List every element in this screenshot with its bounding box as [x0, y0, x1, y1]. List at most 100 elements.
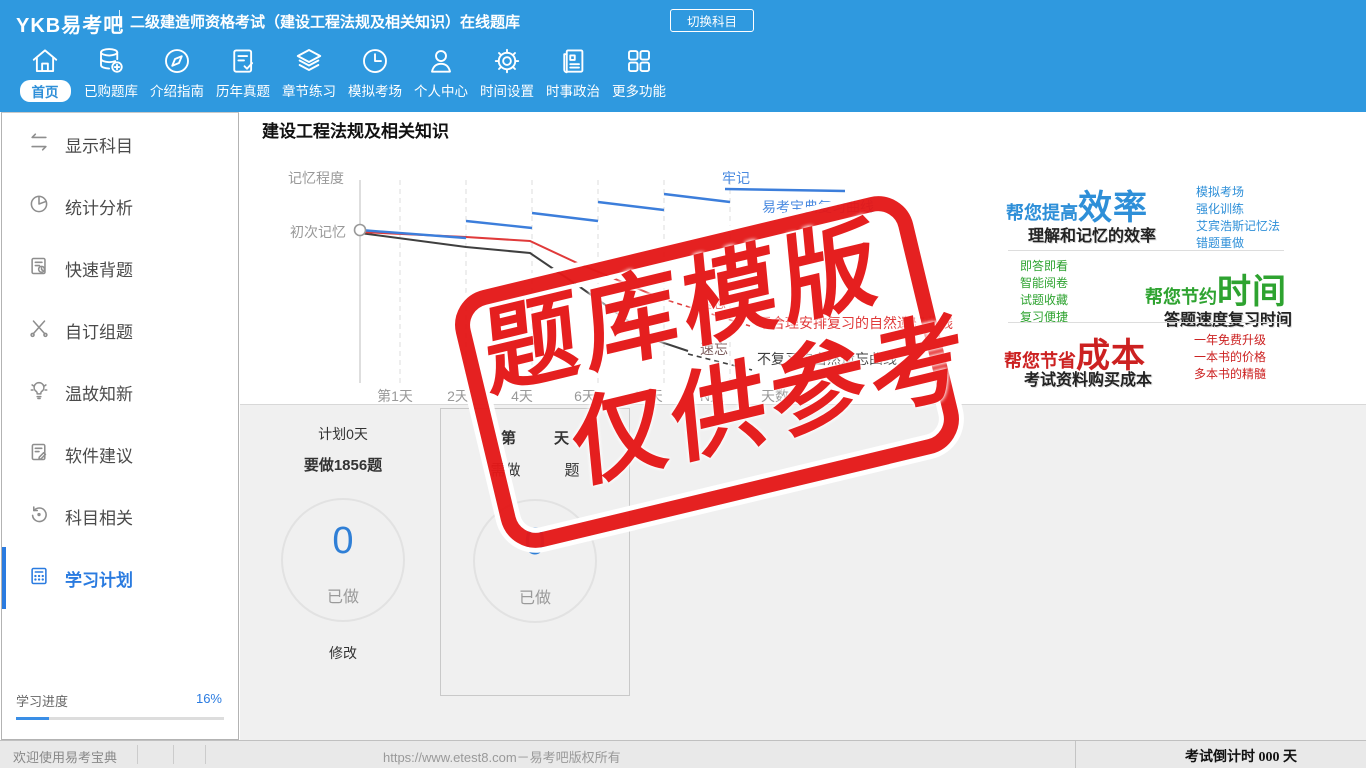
plan-days-text: 计划0天: [273, 424, 413, 444]
toolbar-item-time-settings[interactable]: 时间设置: [479, 46, 535, 100]
promo-time-list: 即答即看 智能阅卷 试题收藏 复习便捷: [1020, 258, 1068, 326]
status-divider: [1075, 741, 1076, 768]
promo-efficiency-subline: 理解和记忆的效率: [1028, 222, 1156, 246]
sidebar-item-quick-memorize[interactable]: 快速背题: [2, 237, 238, 299]
status-copyright-text: https://www.etest8.com－易考吧版权所有: [383, 747, 621, 766]
toolbar-item-mock-exam[interactable]: 模拟考场: [347, 46, 403, 100]
toolbar-label: 介绍指南: [150, 80, 204, 100]
promo-cost-list: 一年免费升级 一本书的价格 多本书的精髓: [1194, 332, 1266, 383]
status-divider: [173, 745, 174, 764]
plan-todo-text: 要做1856题: [273, 454, 413, 475]
sidebar-item-study-plan[interactable]: 学习计划: [2, 547, 238, 609]
sidebar-item-label: 学习计划: [65, 566, 133, 591]
sidebar: 显示科目 统计分析 快速背题 自订组题 温故知新 软件建议 科目相关 学习计划: [1, 112, 239, 740]
plan-done-label: 已做: [281, 583, 405, 607]
x-tick: 第1天: [377, 386, 413, 406]
toolbar-item-chapter-practice[interactable]: 章节练习: [281, 46, 337, 100]
promo-time-subline: 答题速度复习时间: [1164, 306, 1292, 330]
flashcard-icon: [28, 255, 65, 282]
clock-icon: [360, 46, 390, 76]
news-icon: [558, 46, 588, 76]
tools-icon: [28, 317, 65, 344]
sidebar-item-label: 温故知新: [65, 380, 133, 405]
study-progress-label: 学习进度: [16, 691, 68, 710]
promo-panel: 帮您提高效率 理解和记忆的效率 模拟考场 强化训练 艾宾浩斯记忆法 错题重做 即…: [1000, 170, 1292, 385]
x-tick: 2天: [447, 386, 469, 406]
sidebar-item-subject-related[interactable]: 科目相关: [2, 485, 238, 547]
promo-headline-small: 帮您节约: [1145, 287, 1217, 307]
sidebar-item-label: 显示科目: [65, 132, 133, 157]
header-bar: YKB易考吧 二级建造师资格考试（建设工程法规及相关知识）在线题库 切换科目: [0, 0, 1366, 40]
grid-icon: [624, 46, 654, 76]
toolbar-item-home[interactable]: 首页: [17, 46, 73, 102]
y-axis-label: 记忆程度: [288, 168, 344, 188]
toolbar-item-past-papers[interactable]: 历年真题: [215, 46, 271, 100]
exam-countdown-text: 考试倒计时 000 天: [1185, 746, 1297, 766]
lightbulb-icon: [28, 379, 65, 406]
plan-today-done-label: 已做: [473, 584, 597, 608]
initial-memory-label: 初次记忆: [290, 222, 346, 242]
remember-label: 牢记: [722, 168, 750, 188]
home-icon: [30, 46, 60, 76]
promo-list-item: 即答即看: [1020, 258, 1068, 275]
layers-icon: [294, 46, 324, 76]
plan-edit-link[interactable]: 修改: [273, 643, 413, 663]
sidebar-item-show-subjects[interactable]: 显示科目: [2, 113, 238, 175]
sidebar-item-software-feedback[interactable]: 软件建议: [2, 423, 238, 485]
toolbar-label: 更多功能: [612, 80, 666, 100]
toolbar-label: 模拟考场: [348, 80, 402, 100]
toolbar-item-current-affairs[interactable]: 时事政治: [545, 46, 601, 100]
compass-icon: [162, 46, 192, 76]
logo-divider: [119, 10, 120, 31]
sidebar-item-statistics[interactable]: 统计分析: [2, 175, 238, 237]
toolbar-item-purchased-banks[interactable]: 已购题库: [83, 46, 139, 100]
sidebar-item-label: 软件建议: [65, 442, 133, 467]
sidebar-item-label: 科目相关: [65, 504, 133, 529]
toolbar-item-guide[interactable]: 介绍指南: [149, 46, 205, 100]
sidebar-item-label: 自订组题: [65, 318, 133, 343]
user-icon: [426, 46, 456, 76]
toolbar-label: 个人中心: [414, 80, 468, 100]
promo-divider: [1008, 250, 1284, 251]
toolbar-label: 历年真题: [216, 80, 270, 100]
toolbar-label: 已购题库: [84, 80, 138, 100]
edit-document-icon: [28, 441, 65, 468]
sidebar-item-review-old[interactable]: 温故知新: [2, 361, 238, 423]
app-window: YKB易考吧 二级建造师资格考试（建设工程法规及相关知识）在线题库 切换科目 首…: [0, 0, 1366, 768]
study-progress-value: 16%: [196, 691, 222, 706]
status-divider: [205, 745, 206, 764]
toolbar-label: 时事政治: [546, 80, 600, 100]
study-plan-icon: [28, 565, 65, 592]
app-logo: YKB易考吧: [16, 9, 124, 38]
switch-subject-button[interactable]: 切换科目: [670, 9, 754, 32]
study-progress-bar: [16, 717, 224, 720]
main-toolbar: 首页 已购题库 介绍指南 历年真题 章节练习 模拟考场 个人中心 时间设置: [0, 40, 1366, 112]
toolbar-label: 首页: [20, 80, 71, 102]
database-icon: [96, 46, 126, 76]
promo-list-item: 试题收藏: [1020, 292, 1068, 309]
plan-done-count: 0: [281, 520, 405, 563]
status-welcome-text: 欢迎使用易考宝典: [13, 747, 117, 766]
study-progress-fill: [16, 717, 49, 720]
sidebar-item-custom-quiz[interactable]: 自订组题: [2, 299, 238, 361]
toolbar-item-user-center[interactable]: 个人中心: [413, 46, 469, 100]
sidebar-item-label: 统计分析: [65, 194, 133, 219]
promo-divider: [1008, 322, 1284, 323]
promo-list-item: 强化训练: [1196, 201, 1280, 218]
toolbar-label: 时间设置: [480, 80, 534, 100]
gear-icon: [492, 46, 522, 76]
history-icon: [28, 503, 65, 530]
exam-paper-icon: [228, 46, 258, 76]
toolbar-item-more-functions[interactable]: 更多功能: [611, 46, 667, 100]
app-title: 二级建造师资格考试（建设工程法规及相关知识）在线题库: [130, 11, 520, 32]
status-divider: [137, 745, 138, 764]
sidebar-item-label: 快速背题: [65, 256, 133, 281]
promo-list-item: 复习便捷: [1020, 309, 1068, 326]
promo-list-item: 多本书的精髓: [1194, 366, 1266, 383]
promo-headline-small: 帮您提高: [1006, 203, 1078, 223]
page-title: 建设工程法规及相关知识: [262, 117, 449, 142]
promo-list-item: 一本书的价格: [1194, 349, 1266, 366]
swap-arrows-icon: [28, 131, 65, 158]
status-bar: 欢迎使用易考宝典 https://www.etest8.com－易考吧版权所有 …: [0, 740, 1366, 768]
pie-chart-icon: [28, 193, 65, 220]
